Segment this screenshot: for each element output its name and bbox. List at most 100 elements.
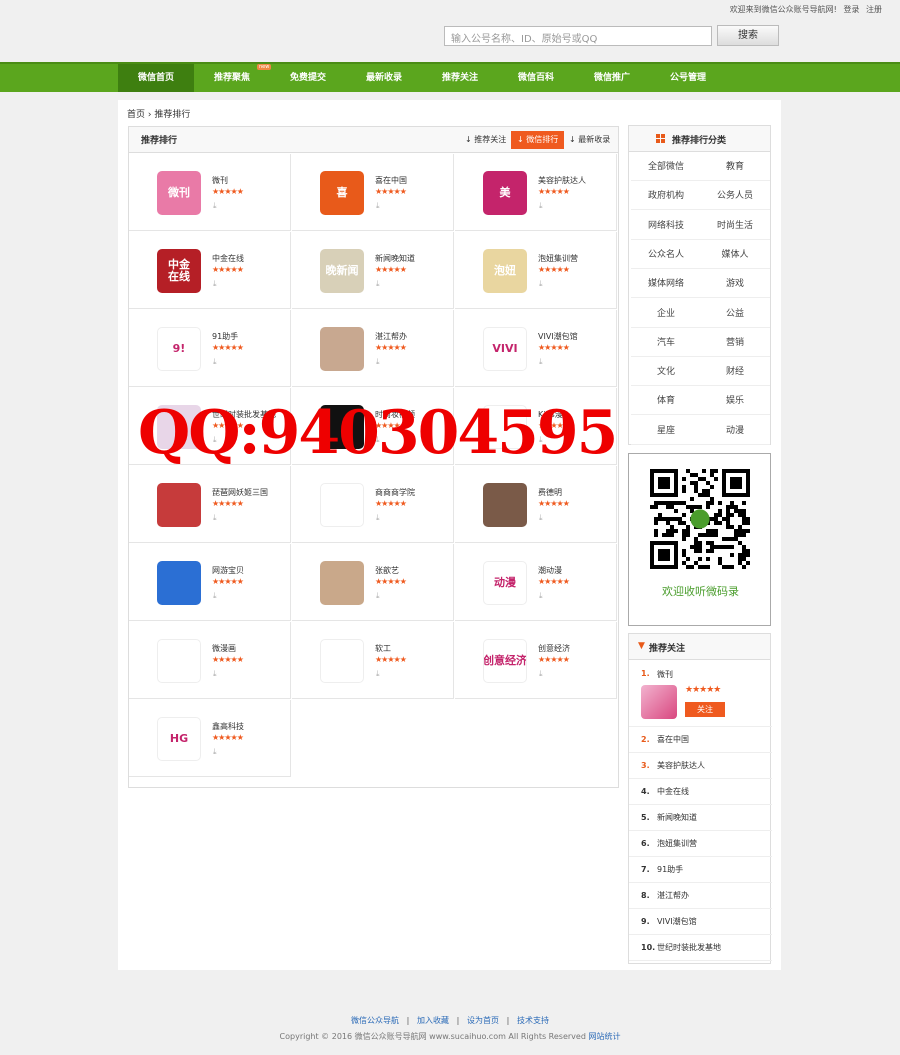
download-icon[interactable]: ⤓ [539, 513, 543, 523]
category-item[interactable]: 教育 [700, 153, 770, 181]
account-card[interactable]: 泡妞 泡妞集训营 ★★★★★ ⤓ [455, 232, 617, 309]
download-icon[interactable]: ⤓ [539, 357, 543, 367]
account-card[interactable]: 微漫画 ★★★★★ ⤓ [129, 622, 291, 699]
login-link[interactable]: 登录 [843, 5, 859, 14]
account-name[interactable]: 鑫高科技 [212, 721, 244, 732]
category-item[interactable]: 网络科技 [631, 212, 701, 240]
category-item[interactable]: 媒体网络 [631, 270, 701, 299]
category-item[interactable]: 时尚生活 [700, 212, 770, 240]
account-name[interactable]: 网游宝贝 [212, 565, 244, 576]
tab-latest[interactable]: ↓ 最新收录 [569, 131, 610, 149]
stats-link[interactable]: 网站统计 [588, 1032, 620, 1041]
category-item[interactable]: 公众名人 [631, 241, 701, 269]
category-item[interactable]: 文化 [631, 358, 701, 387]
recommend-item[interactable]: 5. 新闻晚知道 [629, 805, 772, 831]
account-card[interactable]: 微刊 微刊 ★★★★★ ⤓ [129, 154, 291, 231]
account-card[interactable]: 动漫 潮动漫 ★★★★★ ⤓ [455, 544, 617, 621]
account-name[interactable]: 张歆艺 [375, 565, 399, 576]
account-card[interactable]: 中金 在线 中金在线 ★★★★★ ⤓ [129, 232, 291, 309]
recommend-item[interactable]: 2. 喜在中国 [629, 727, 772, 753]
account-card[interactable]: 9! 91助手 ★★★★★ ⤓ [129, 310, 291, 387]
account-name[interactable]: 新闻晚知道 [375, 253, 415, 264]
account-card[interactable]: VIVI VIVI潮包馆 ★★★★★ ⤓ [455, 310, 617, 387]
category-item[interactable]: 政府机构 [631, 182, 701, 211]
download-icon[interactable]: ⤓ [539, 279, 543, 289]
account-name[interactable]: 湛江帮办 [375, 331, 407, 342]
recommend-item[interactable]: 9. VIVI潮包馆 [629, 909, 772, 935]
footer-link-homepage[interactable]: 设为首页 [467, 1016, 499, 1025]
recommend-item[interactable]: 3. 美容护肤达人 [629, 753, 772, 779]
account-card[interactable]: 晚新闻 新闻晚知道 ★★★★★ ⤓ [292, 232, 454, 309]
account-name[interactable]: 微漫画 [212, 643, 236, 654]
nav-recommend[interactable]: 推荐关注 [422, 64, 498, 92]
nav-manage[interactable]: 公号管理 [650, 64, 726, 92]
follow-button[interactable]: 关注 [685, 702, 725, 717]
nav-home[interactable]: 微信首页 [118, 64, 194, 92]
account-name[interactable]: 中金在线 [212, 253, 244, 264]
nav-latest[interactable]: 最新收录 [346, 64, 422, 92]
nav-submit[interactable]: 免费提交 [270, 64, 346, 92]
account-name[interactable]: 美容护肤达人 [538, 175, 586, 186]
download-icon[interactable]: ⤓ [539, 591, 543, 601]
account-name[interactable]: 潮动漫 [538, 565, 562, 576]
account-name[interactable]: 商商商学院 [375, 487, 415, 498]
category-item[interactable]: 星座 [631, 417, 701, 445]
category-item[interactable]: 公益 [700, 300, 770, 328]
account-card[interactable]: 商商商学院 ★★★★★ ⤓ [292, 466, 454, 543]
search-button[interactable]: 搜索 [717, 25, 779, 46]
account-name[interactable]: 微刊 [212, 175, 228, 186]
download-icon[interactable]: ⤓ [213, 591, 217, 601]
account-name[interactable]: 创意经济 [538, 643, 570, 654]
download-icon[interactable]: ⤓ [213, 357, 217, 367]
recommend-item[interactable]: 8. 湛江帮办 [629, 883, 772, 909]
category-item[interactable]: 全部微信 [631, 153, 701, 181]
account-card[interactable]: 美美容护肤达人 ★★★★★ ⤓ [455, 154, 617, 231]
account-card[interactable]: 创意经济 创意经济 ★★★★★ ⤓ [455, 622, 617, 699]
account-name[interactable]: 泡妞集训营 [538, 253, 578, 264]
category-item[interactable]: 企业 [631, 300, 701, 328]
account-name[interactable]: 91助手 [212, 331, 238, 342]
account-card[interactable]: 软工 ★★★★★ ⤓ [292, 622, 454, 699]
download-icon[interactable]: ⤓ [213, 513, 217, 523]
download-icon[interactable]: ⤓ [539, 669, 543, 679]
download-icon[interactable]: ⤓ [539, 201, 543, 211]
account-card[interactable]: 网游宝贝 ★★★★★ ⤓ [129, 544, 291, 621]
breadcrumb-home[interactable]: 首页 [127, 110, 145, 120]
account-card[interactable]: 琵琶网妖姬三国 ★★★★★ ⤓ [129, 466, 291, 543]
account-card[interactable]: HG 鑫高科技 ★★★★★ ⤓ [129, 700, 291, 777]
nav-promote[interactable]: 微信推广 [574, 64, 650, 92]
account-name[interactable]: 琵琶网妖姬三国 [212, 487, 268, 498]
download-icon[interactable]: ⤓ [376, 591, 380, 601]
category-item[interactable]: 娱乐 [700, 387, 770, 416]
footer-link-favorite[interactable]: 加入收藏 [417, 1016, 449, 1025]
download-icon[interactable]: ⤓ [376, 669, 380, 679]
account-name[interactable]: 费德明 [538, 487, 562, 498]
category-item[interactable]: 公务人员 [700, 182, 770, 211]
account-card[interactable]: 喜喜在中国 ★★★★★ ⤓ [292, 154, 454, 231]
category-item[interactable]: 汽车 [631, 329, 701, 357]
account-name[interactable]: 喜在中国 [375, 175, 407, 186]
search-input[interactable]: 输入公号名称、ID、原始号或QQ [444, 26, 712, 46]
download-icon[interactable]: ⤓ [376, 279, 380, 289]
download-icon[interactable]: ⤓ [376, 513, 380, 523]
footer-link-nav[interactable]: 微信公众导航 [351, 1016, 399, 1025]
footer-link-support[interactable]: 技术支持 [517, 1016, 549, 1025]
download-icon[interactable]: ⤓ [213, 669, 217, 679]
category-item[interactable]: 体育 [631, 387, 701, 416]
account-name[interactable]: 软工 [375, 643, 391, 654]
category-item[interactable]: 媒体人 [700, 241, 770, 269]
download-icon[interactable]: ⤓ [213, 201, 217, 211]
recommend-item[interactable]: 4. 中金在线 [629, 779, 772, 805]
tab-recommend[interactable]: ↓ 推荐关注 [465, 131, 506, 149]
register-link[interactable]: 注册 [866, 5, 882, 14]
account-name[interactable]: VIVI潮包馆 [538, 331, 578, 342]
download-icon[interactable]: ⤓ [213, 747, 217, 757]
download-icon[interactable]: ⤓ [213, 279, 217, 289]
tab-ranking[interactable]: ↓ 微信排行 [511, 131, 565, 149]
recommend-item[interactable]: 6. 泡妞集训营 [629, 831, 772, 857]
recommend-item[interactable]: 7. 91助手 [629, 857, 772, 883]
category-item[interactable]: 财经 [700, 358, 770, 387]
category-item[interactable]: 营销 [700, 329, 770, 357]
category-item[interactable]: 游戏 [700, 270, 770, 299]
account-card[interactable]: 湛江帮办 ★★★★★ ⤓ [292, 310, 454, 387]
